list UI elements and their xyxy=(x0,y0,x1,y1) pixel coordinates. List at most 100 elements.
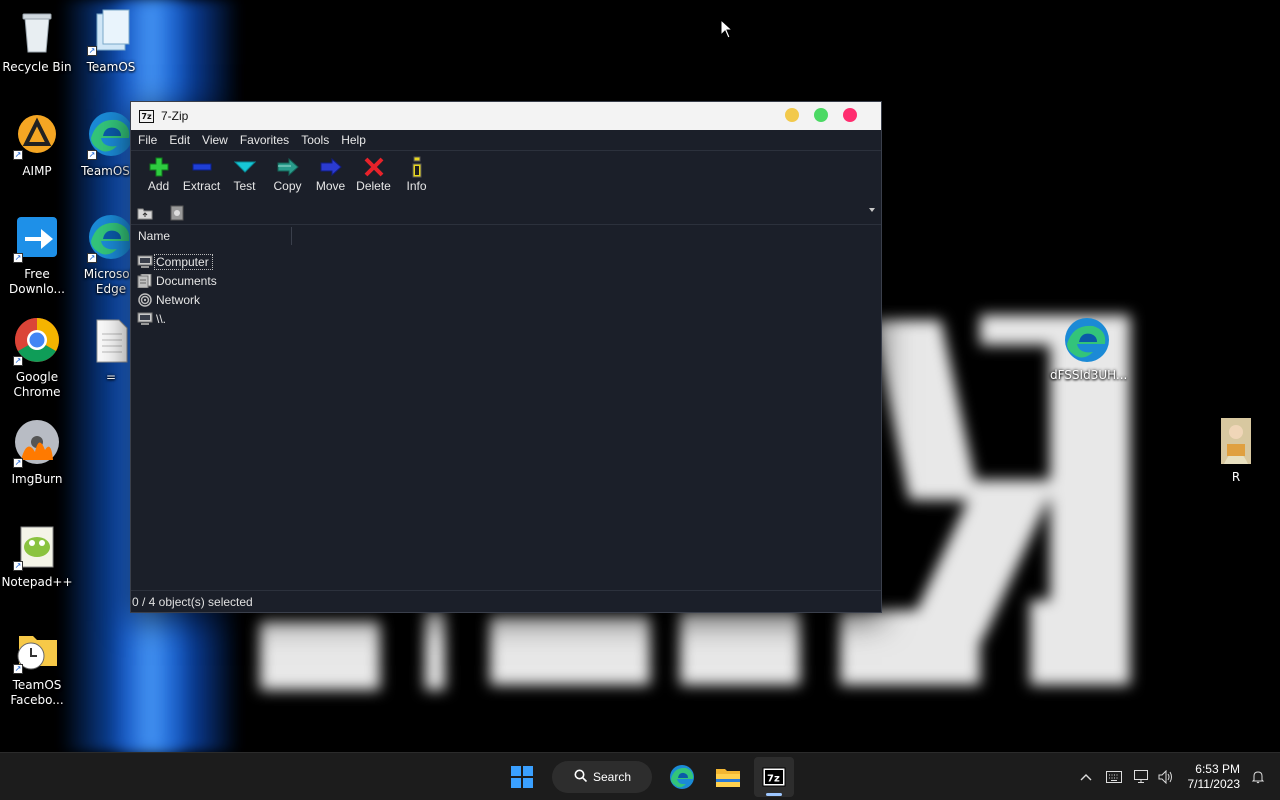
test-button[interactable]: Test xyxy=(223,155,266,201)
desktop-icon-label: Recycle Bin xyxy=(2,60,72,74)
desktop-icon-notepad-plus-plus[interactable]: ↗ Notepad++ xyxy=(0,523,74,590)
desktop-icon-label: TeamOS Facebo... xyxy=(10,678,64,707)
desktop-icon-teamos[interactable]: ↗ TeamOS xyxy=(74,8,148,75)
window-titlebar[interactable]: 7z 7-Zip xyxy=(131,102,881,130)
computer-icon xyxy=(137,312,153,326)
file-list: Computer Documents Network \\. xyxy=(131,252,881,592)
imgburn-icon: ↗ xyxy=(13,420,61,468)
clock-date: 7/11/2023 xyxy=(1187,777,1241,791)
drive-icon[interactable] xyxy=(169,205,185,221)
text-file-icon xyxy=(87,318,135,366)
7zip-app-icon: 7z xyxy=(139,109,154,123)
folder-up-icon[interactable] xyxy=(137,205,153,221)
status-text: 0 / 4 object(s) selected xyxy=(132,594,253,609)
desktop-icon-label: AIMP xyxy=(22,164,52,178)
desktop-icon-label: Free Downlo... xyxy=(9,267,65,296)
menu-file[interactable]: File xyxy=(137,133,164,147)
edge-icon: ↗ xyxy=(87,215,135,263)
move-label: Move xyxy=(315,179,346,193)
menu-help[interactable]: Help xyxy=(340,133,373,147)
delete-button[interactable]: Delete xyxy=(352,155,395,201)
7zip-window: 7z 7-Zip File Edit View Favorites Tools … xyxy=(130,101,882,613)
close-button[interactable] xyxy=(843,108,857,122)
edge-icon xyxy=(1063,316,1111,364)
search-icon xyxy=(574,769,588,785)
list-item-label: Network xyxy=(156,292,201,307)
chrome-icon: ↗ xyxy=(13,318,61,366)
desktop-icon-google-chrome[interactable]: ↗ Google Chrome xyxy=(0,318,74,400)
svg-text:7z: 7z xyxy=(767,774,780,785)
start-icon xyxy=(511,766,533,788)
chevron-up-icon[interactable] xyxy=(1074,765,1098,789)
desktop-icon-teamos-facebook[interactable]: ↗ TeamOS Facebo... xyxy=(0,626,74,708)
info-label: Info xyxy=(406,179,427,193)
menu-bar: File Edit View Favorites Tools Help xyxy=(131,130,881,151)
add-button[interactable]: Add xyxy=(137,155,180,201)
copy-button[interactable]: Copy xyxy=(266,155,309,201)
extract-button[interactable]: Extract xyxy=(180,155,223,201)
image-file-icon xyxy=(1212,418,1260,466)
plus-icon xyxy=(137,155,180,179)
desktop-icon-label: R xyxy=(1231,470,1241,484)
system-tray: 6:53 PM 7/11/2023 xyxy=(1074,753,1280,800)
desktop-icon-label: Google Chrome xyxy=(13,370,61,399)
taskbar-7zip-button[interactable]: 7z xyxy=(754,757,794,797)
desktop-icon-imgburn[interactable]: ↗ ImgBurn xyxy=(0,420,74,487)
computer-icon xyxy=(137,255,153,269)
desktop-icon-label: dFSSId3UH... xyxy=(1050,368,1128,382)
mouse-cursor-icon xyxy=(720,18,734,42)
double-arrow-icon xyxy=(266,155,309,179)
desktop-icon-edge-dfssid[interactable]: dFSSId3UH... xyxy=(1050,316,1128,383)
network-icon xyxy=(137,292,153,307)
volume-icon[interactable] xyxy=(1154,765,1178,789)
start-button[interactable] xyxy=(502,757,542,797)
move-button[interactable]: Move xyxy=(309,155,352,201)
extract-label: Extract xyxy=(182,179,221,193)
notification-icon[interactable] xyxy=(1246,765,1270,789)
menu-tools[interactable]: Tools xyxy=(300,133,336,147)
menu-edit[interactable]: Edit xyxy=(168,133,197,147)
list-header: Name xyxy=(131,225,881,247)
recycle-bin-icon xyxy=(13,8,61,56)
taskbar-clock[interactable]: 6:53 PM 7/11/2023 xyxy=(1188,762,1241,792)
address-bar xyxy=(131,201,881,225)
teamos-icon: ↗ xyxy=(87,8,135,56)
desktop-icon-recycle-bin[interactable]: Recycle Bin xyxy=(0,8,74,75)
desktop-icon-label: ImgBurn xyxy=(11,472,63,486)
maximize-button[interactable] xyxy=(814,108,828,122)
info-button[interactable]: Info xyxy=(395,155,438,201)
desktop-icon-free-download-manager[interactable]: ↗ Free Downlo... xyxy=(0,215,74,297)
documents-icon xyxy=(137,273,153,288)
minimize-button[interactable] xyxy=(785,108,799,122)
copy-label: Copy xyxy=(273,179,302,193)
keyboard-icon[interactable] xyxy=(1102,765,1126,789)
folder-clock-icon: ↗ xyxy=(13,626,61,674)
status-bar: 0 / 4 object(s) selected xyxy=(131,590,881,612)
list-item-documents[interactable]: Documents xyxy=(131,271,881,290)
list-item-unc-root[interactable]: \\. xyxy=(131,309,881,328)
desktop-icon-r-image[interactable]: R xyxy=(1199,418,1273,485)
list-item-network[interactable]: Network xyxy=(131,290,881,309)
x-icon xyxy=(352,155,395,179)
info-icon xyxy=(395,155,438,179)
menu-view[interactable]: View xyxy=(201,133,235,147)
column-header-name[interactable]: Name xyxy=(138,229,170,243)
taskbar-file-explorer-button[interactable] xyxy=(708,757,748,797)
desktop-icon-aimp[interactable]: ↗ AIMP xyxy=(0,112,74,179)
7zip-icon: 7z xyxy=(762,767,786,787)
toolbar: Add Extract Test Copy Move Delete Info xyxy=(131,151,881,201)
search-label: Search xyxy=(593,770,632,784)
free-download-manager-icon: ↗ xyxy=(13,215,61,263)
file-explorer-icon xyxy=(716,769,740,787)
minus-icon xyxy=(180,155,223,179)
taskbar-search-button[interactable]: Search xyxy=(552,761,652,793)
test-label: Test xyxy=(233,179,256,193)
address-dropdown-icon[interactable] xyxy=(869,208,875,212)
desktop-icon-label: Notepad++ xyxy=(1,575,73,589)
network-status-icon[interactable] xyxy=(1130,765,1154,789)
list-item-computer[interactable]: Computer xyxy=(131,252,881,271)
taskbar-edge-button[interactable] xyxy=(662,757,702,797)
check-icon xyxy=(223,155,266,179)
list-item-label: \\. xyxy=(156,311,167,326)
menu-favorites[interactable]: Favorites xyxy=(239,133,296,147)
